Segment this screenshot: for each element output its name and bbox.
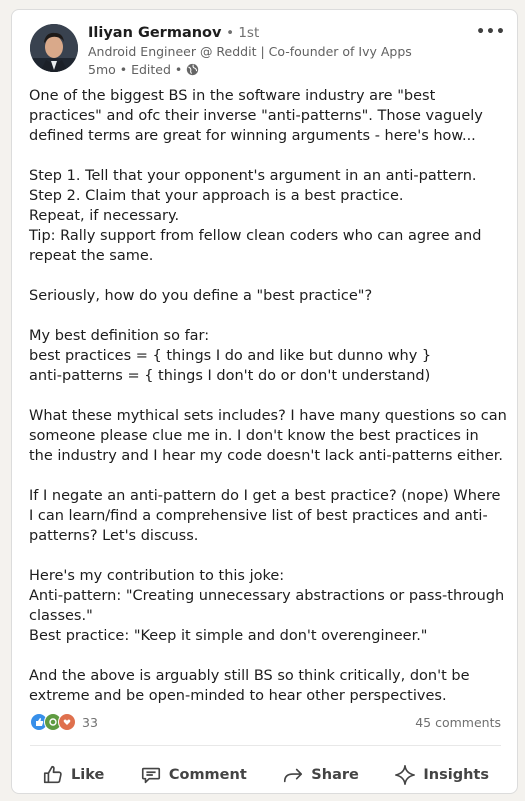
author-headline: Android Engineer @ Reddit | Co-founder o… [88, 44, 412, 59]
insights-button[interactable]: Insights [382, 760, 501, 790]
comment-label: Comment [168, 767, 247, 783]
post-header: Iliyan Germanov • 1st Android Engineer @… [30, 24, 505, 82]
post-time-line: 5mo • Edited • [88, 61, 463, 78]
post-card: Iliyan Germanov • 1st Android Engineer @… [11, 9, 518, 794]
connection-degree: • 1st [226, 25, 260, 41]
author-name-line: Iliyan Germanov • 1st [88, 24, 463, 43]
post-text-line: Here's my contribution to this joke: [29, 568, 285, 584]
share-label: Share [311, 767, 359, 783]
post-text-line: anti-patterns = { things I don't do or d… [29, 368, 431, 384]
post-text-line: What these mythical sets includes? I hav… [29, 408, 507, 464]
post-text-line: And the above is arguably still BS so th… [29, 668, 470, 704]
post-text-line: Seriously, how do you define a "best pra… [29, 288, 373, 304]
post-text-line: Repeat, if necessary. [29, 208, 180, 224]
post-text-line: best practices = { things I do and like … [29, 348, 432, 364]
post-text-line: One of the biggest BS in the software in… [29, 88, 483, 144]
thumbs-up-icon [43, 765, 62, 784]
insights-label: Insights [423, 767, 489, 783]
reactions-summary[interactable]: 33 [30, 713, 98, 731]
globe-icon [186, 63, 199, 76]
reaction-count: 33 [82, 714, 98, 730]
author-name[interactable]: Iliyan Germanov [88, 25, 221, 41]
comment-button[interactable]: Comment [128, 760, 259, 790]
post-text-line: Best practice: "Keep it simple and don't… [29, 628, 428, 644]
like-button[interactable]: Like [30, 760, 116, 790]
support-reaction-icon [58, 713, 76, 731]
share-icon [284, 768, 303, 783]
social-counts: 33 45 comments [30, 711, 501, 733]
like-label: Like [71, 767, 105, 783]
sparkle-icon [395, 765, 416, 785]
post-actions: Like Comment Share Insights [30, 754, 501, 796]
more-options-icon[interactable]: ••• [476, 25, 505, 44]
comments-count[interactable]: 45 comments [415, 715, 501, 730]
post-text-line: Tip: Rally support from fellow clean cod… [29, 228, 482, 264]
share-button[interactable]: Share [270, 760, 371, 790]
post-text-line: My best definition so far: [29, 328, 210, 344]
author-meta: Iliyan Germanov • 1st Android Engineer @… [88, 24, 463, 78]
post-timestamp: 5mo • Edited • [88, 62, 183, 77]
post-text-line: If I negate an anti-pattern do I get a b… [29, 488, 501, 544]
post-text-line: Step 1. Tell that your opponent's argume… [29, 168, 477, 184]
post-text-line: Anti-pattern: "Creating unnecessary abst… [29, 588, 505, 624]
post-body: One of the biggest BS in the software in… [29, 86, 507, 706]
divider [30, 745, 501, 746]
author-avatar[interactable] [30, 24, 78, 72]
post-text-line: Step 2. Claim that your approach is a be… [29, 188, 404, 204]
comment-icon [141, 767, 160, 784]
